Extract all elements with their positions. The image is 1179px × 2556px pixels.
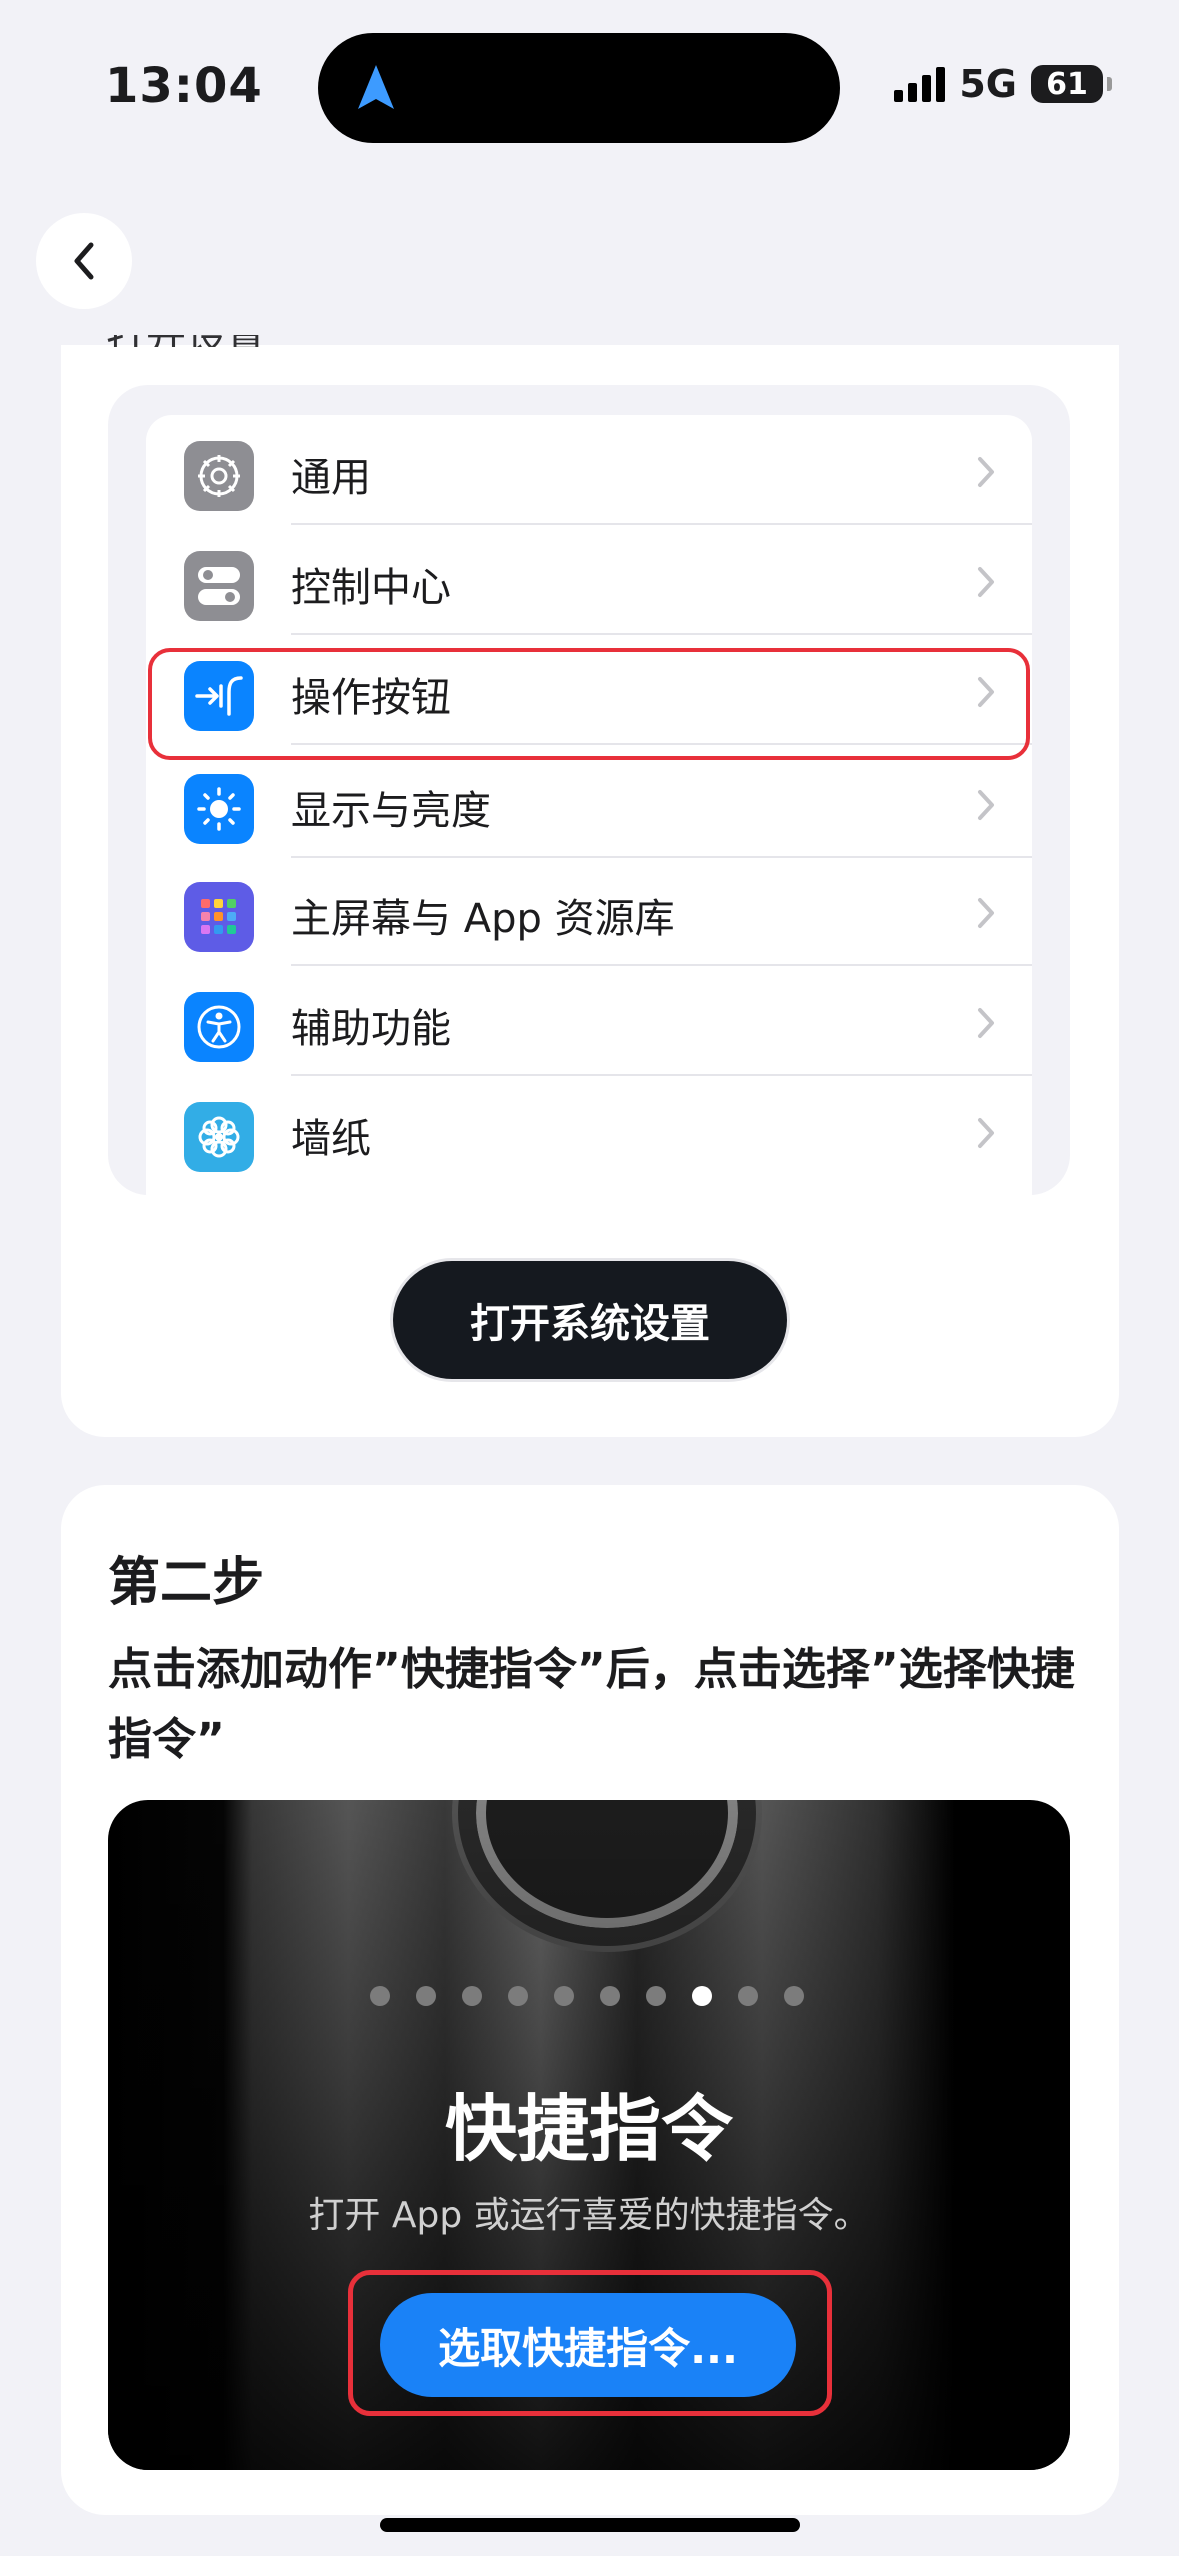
action-button-highlight: [148, 648, 1030, 760]
step2-card: 第二步 点击添加动作”快捷指令”后，点击选择”选择快捷指令” 快捷指令 打开 A…: [61, 1485, 1119, 2515]
status-indicators: 5G 61: [894, 62, 1112, 106]
open-system-settings-button[interactable]: 打开系统设置: [393, 1261, 787, 1379]
chevron-right-icon: [978, 790, 994, 820]
back-button[interactable]: [36, 213, 132, 309]
choose-shortcut-highlight: [348, 2270, 832, 2416]
settings-row[interactable]: 通用: [146, 415, 1032, 525]
settings-row[interactable]: 辅助功能: [146, 966, 1032, 1076]
app-grid-icon: [184, 882, 254, 952]
gear-icon: [184, 441, 254, 511]
step-title: 第二步: [108, 1553, 265, 1613]
page-dot: [646, 1986, 666, 2006]
home-indicator[interactable]: [380, 2518, 800, 2532]
shortcuts-demo-image: 快捷指令 打开 App 或运行喜爱的快捷指令。 选取快捷指令...: [108, 1800, 1070, 2470]
chevron-right-icon: [978, 457, 994, 487]
page-dot: [416, 1986, 436, 2006]
demo-title: 快捷指令: [444, 2087, 733, 2171]
page-dot: [692, 1986, 712, 2006]
battery-icon: 61: [1031, 65, 1112, 103]
flower-icon: [184, 1102, 254, 1172]
step1-card: 打开设置 通用控制中心操作按钮显示与亮度主屏幕与 App 资源库辅助功能墙纸 打…: [61, 335, 1119, 1437]
page-dot: [508, 1986, 528, 2006]
dynamic-island: [318, 33, 840, 143]
battery-level: 61: [1046, 66, 1088, 102]
chevron-right-icon: [978, 1008, 994, 1038]
settings-row[interactable]: 控制中心: [146, 525, 1032, 635]
settings-row-label: 显示与亮度: [291, 788, 491, 834]
clipped-heading: 打开设置: [106, 335, 266, 347]
sun-icon: [184, 774, 254, 844]
accessibility-icon: [184, 992, 254, 1062]
page-dot: [370, 1986, 390, 2006]
demo-subtitle: 打开 App 或运行喜爱的快捷指令。: [308, 2195, 870, 2236]
settings-row-label: 辅助功能: [291, 1006, 451, 1052]
network-type: 5G: [959, 62, 1017, 106]
step-description: 点击添加动作”快捷指令”后，点击选择”选择快捷指令”: [108, 1644, 1075, 1765]
settings-screenshot: 通用 控制中心 操作按钮 显示与亮度 主屏幕与 App 资源库 辅助功能 墙纸: [108, 385, 1070, 1195]
chevron-right-icon: [978, 898, 994, 928]
page-dots: [370, 1986, 804, 2006]
page-dot: [784, 1986, 804, 2006]
settings-row-label: 通用: [291, 455, 371, 501]
settings-row-label: 控制中心: [291, 565, 451, 611]
chevron-right-icon: [978, 1118, 994, 1148]
cellular-signal-icon: [894, 66, 946, 102]
settings-row-label: 墙纸: [291, 1116, 371, 1162]
settings-list: 通用 控制中心 操作按钮 显示与亮度 主屏幕与 App 资源库 辅助功能 墙纸: [146, 415, 1032, 1195]
navigation-arrow-icon: [358, 65, 394, 109]
chevron-right-icon: [978, 567, 994, 597]
page-dot: [462, 1986, 482, 2006]
page-dot: [600, 1986, 620, 2006]
settings-row[interactable]: 墙纸: [146, 1076, 1032, 1186]
toggles-icon: [184, 551, 254, 621]
status-time: 13:04: [105, 58, 263, 114]
page-dot: [554, 1986, 574, 2006]
settings-row-label: 主屏幕与 App 资源库: [291, 896, 675, 942]
page-dot: [738, 1986, 758, 2006]
settings-row[interactable]: 显示与亮度: [146, 748, 1032, 858]
clipped-heading-area: 打开设置: [61, 335, 1119, 363]
settings-row[interactable]: 主屏幕与 App 资源库: [146, 856, 1032, 966]
chevron-left-icon: [74, 242, 94, 280]
